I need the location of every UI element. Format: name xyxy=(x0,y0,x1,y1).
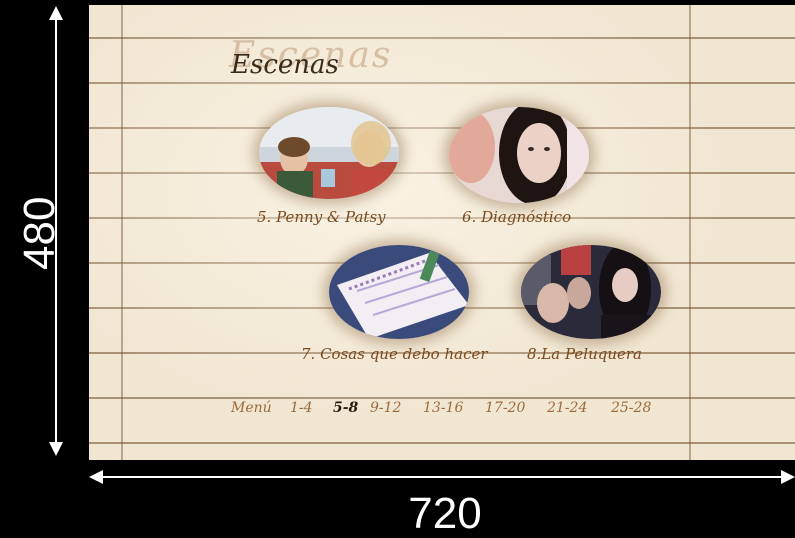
scene-8-thumbnail[interactable] xyxy=(521,245,661,339)
width-arrow-right-icon xyxy=(781,470,795,484)
margin-line-right xyxy=(689,5,691,460)
chapter-range-13-16[interactable]: 13-16 xyxy=(423,400,463,416)
scene-6-thumbnail[interactable] xyxy=(449,107,589,203)
height-label: 480 xyxy=(15,196,64,270)
scene-6-label[interactable]: 6. Diagnóstico xyxy=(462,208,571,226)
scene-5-label[interactable]: 5. Penny & Patsy xyxy=(257,208,386,226)
chapter-range-9-12[interactable]: 9-12 xyxy=(370,400,401,416)
chapter-range-21-24[interactable]: 21-24 xyxy=(547,400,587,416)
scene-7-thumbnail[interactable] xyxy=(329,245,469,339)
width-label: 720 xyxy=(408,489,482,538)
chapter-range-5-8[interactable]: 5-8 xyxy=(333,400,358,416)
page-title: Escenas xyxy=(231,50,339,80)
chapter-range-25-28[interactable]: 25-28 xyxy=(611,400,651,416)
chapter-range-1-4[interactable]: 1-4 xyxy=(290,400,313,416)
scene-7-label[interactable]: 7. Cosas que debo hacer xyxy=(301,345,488,363)
chapter-range-17-20[interactable]: 17-20 xyxy=(485,400,525,416)
scene-5-thumbnail[interactable] xyxy=(259,107,399,199)
scene-8-label[interactable]: 8.La Peluquera xyxy=(527,345,642,363)
height-arrow-down-icon xyxy=(49,442,63,456)
margin-line-left xyxy=(121,5,123,460)
dvd-scene-menu: Escenas Escenas 5. Penny & Patsy 6. Diag… xyxy=(89,5,795,460)
width-dimension-line xyxy=(98,476,788,478)
menu-link[interactable]: Menú xyxy=(231,400,272,416)
